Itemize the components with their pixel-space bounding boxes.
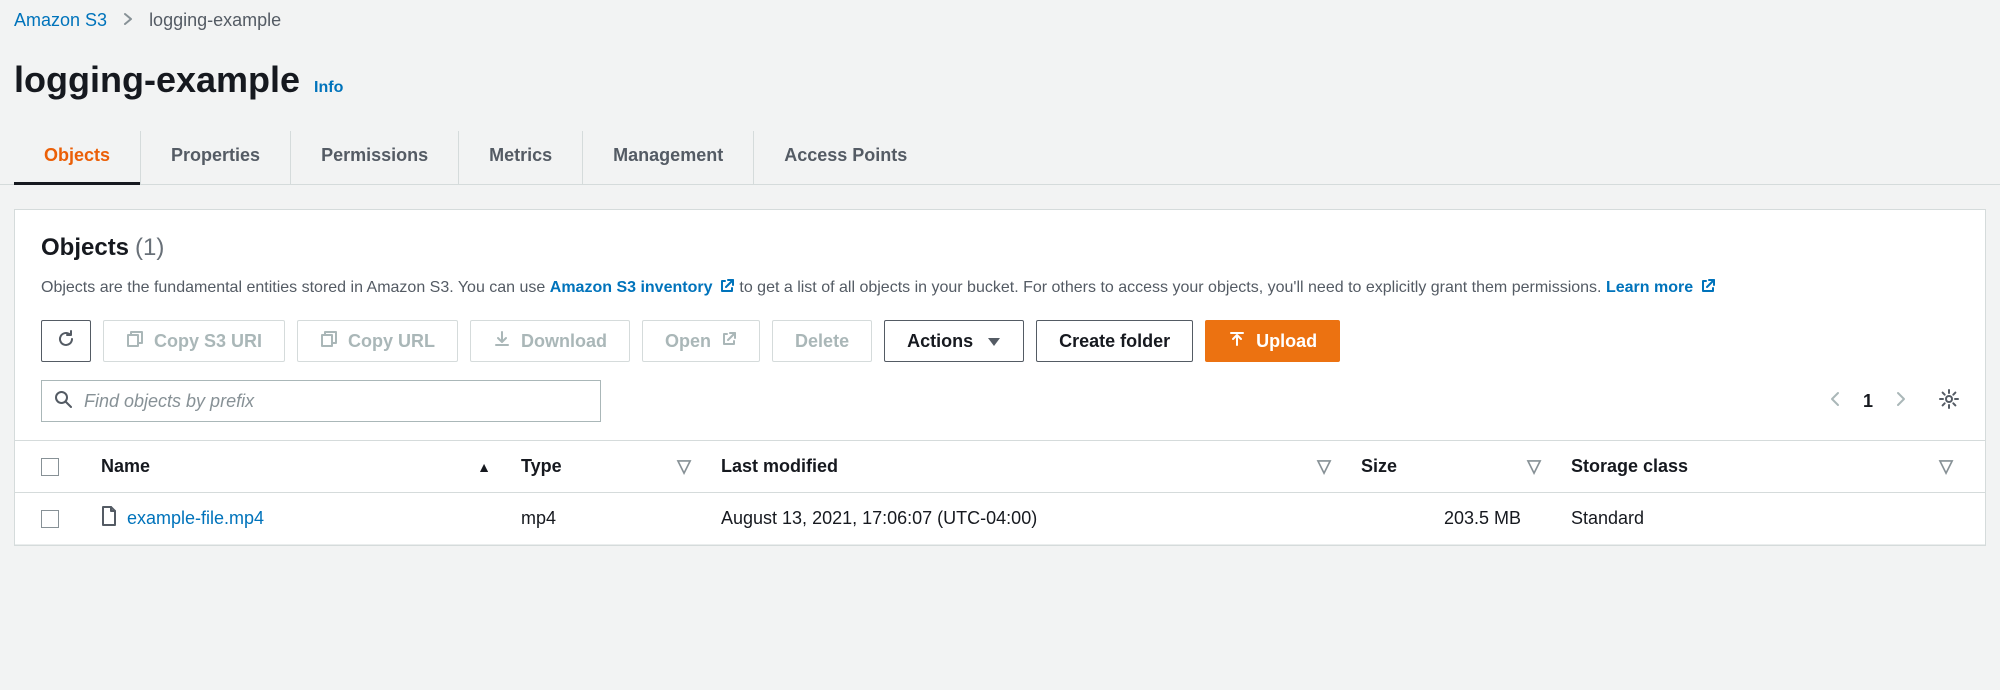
- inventory-link[interactable]: Amazon S3 inventory: [550, 279, 740, 296]
- col-header-name-label: Name: [101, 456, 150, 477]
- panel-title-text: Objects: [41, 234, 129, 262]
- table-header-row: Name ▲ Type ▽ Last modified ▽ Size ▽ Sto…: [15, 441, 1985, 493]
- caret-down-icon: [987, 331, 1001, 352]
- upload-icon: [1228, 330, 1246, 353]
- external-link-icon: [721, 331, 737, 352]
- chevron-right-icon: [123, 10, 133, 31]
- breadcrumb-bucket: logging-example: [149, 10, 281, 31]
- col-header-name[interactable]: Name ▲: [101, 456, 521, 477]
- row-checkbox[interactable]: [41, 510, 59, 528]
- sort-icon: ▽: [1527, 456, 1541, 477]
- select-all-checkbox[interactable]: [41, 458, 59, 476]
- sort-icon: ▽: [1939, 456, 1953, 477]
- col-header-storage[interactable]: Storage class ▽: [1571, 456, 1959, 477]
- copy-icon: [320, 330, 338, 353]
- prev-page-button[interactable]: [1829, 390, 1841, 413]
- tab-permissions[interactable]: Permissions: [291, 131, 459, 184]
- next-page-button[interactable]: [1895, 390, 1907, 413]
- file-modified: August 13, 2021, 17:06:07 (UTC-04:00): [721, 508, 1037, 529]
- search-row: 1: [41, 380, 1959, 422]
- panel-description: Objects are the fundamental entities sto…: [41, 276, 1959, 302]
- search-input[interactable]: [84, 391, 588, 412]
- tabs: Objects Properties Permissions Metrics M…: [0, 131, 2000, 185]
- tab-metrics[interactable]: Metrics: [459, 131, 583, 184]
- breadcrumb-service-link[interactable]: Amazon S3: [14, 10, 107, 31]
- file-size: 203.5 MB: [1444, 508, 1521, 529]
- pagination: 1: [1829, 389, 1959, 414]
- info-link[interactable]: Info: [314, 79, 343, 97]
- tab-access-points[interactable]: Access Points: [754, 131, 937, 184]
- table-row: example-file.mp4 mp4 August 13, 2021, 17…: [15, 493, 1985, 545]
- copy-s3-uri-label: Copy S3 URI: [154, 331, 262, 352]
- table-settings-button[interactable]: [1939, 389, 1959, 414]
- object-count: (1): [135, 234, 164, 262]
- refresh-icon: [56, 329, 76, 354]
- objects-panel: Objects (1) Objects are the fundamental …: [14, 209, 1986, 546]
- copy-url-button[interactable]: Copy URL: [297, 320, 458, 362]
- page-header: logging-example Info: [0, 41, 2000, 131]
- copy-icon: [126, 330, 144, 353]
- objects-table: Name ▲ Type ▽ Last modified ▽ Size ▽ Sto…: [15, 440, 1985, 545]
- file-name-link[interactable]: example-file.mp4: [127, 508, 264, 529]
- download-icon: [493, 330, 511, 353]
- actions-dropdown[interactable]: Actions: [884, 320, 1024, 362]
- upload-label: Upload: [1256, 331, 1317, 352]
- search-box[interactable]: [41, 380, 601, 422]
- file-type: mp4: [521, 508, 556, 529]
- col-header-type[interactable]: Type ▽: [521, 456, 721, 477]
- col-header-size[interactable]: Size ▽: [1361, 456, 1571, 477]
- open-button[interactable]: Open: [642, 320, 760, 362]
- open-label: Open: [665, 331, 711, 352]
- create-folder-label: Create folder: [1059, 331, 1170, 352]
- download-button[interactable]: Download: [470, 320, 630, 362]
- col-header-modified-label: Last modified: [721, 456, 838, 477]
- search-icon: [54, 390, 72, 413]
- page-number: 1: [1863, 391, 1873, 412]
- download-label: Download: [521, 331, 607, 352]
- sort-asc-icon: ▲: [477, 459, 491, 475]
- create-folder-button[interactable]: Create folder: [1036, 320, 1193, 362]
- external-link-icon: [1700, 278, 1716, 302]
- copy-url-label: Copy URL: [348, 331, 435, 352]
- copy-s3-uri-button[interactable]: Copy S3 URI: [103, 320, 285, 362]
- refresh-button[interactable]: [41, 320, 91, 362]
- sort-icon: ▽: [1317, 456, 1331, 477]
- file-storage-class: Standard: [1571, 508, 1644, 529]
- page-title: logging-example: [14, 59, 300, 101]
- col-header-storage-label: Storage class: [1571, 456, 1688, 477]
- sort-icon: ▽: [677, 456, 691, 477]
- col-header-size-label: Size: [1361, 456, 1397, 477]
- col-header-type-label: Type: [521, 456, 562, 477]
- delete-button[interactable]: Delete: [772, 320, 872, 362]
- actions-label: Actions: [907, 331, 973, 352]
- tab-properties[interactable]: Properties: [141, 131, 291, 184]
- breadcrumb: Amazon S3 logging-example: [0, 0, 2000, 41]
- upload-button[interactable]: Upload: [1205, 320, 1340, 362]
- tab-objects[interactable]: Objects: [14, 131, 141, 184]
- action-row: Copy S3 URI Copy URL Download Open Delet…: [41, 320, 1959, 362]
- delete-label: Delete: [795, 331, 849, 352]
- desc-text-2: to get a list of all objects in your buc…: [739, 279, 1606, 296]
- panel-title: Objects (1): [41, 234, 1959, 262]
- col-header-modified[interactable]: Last modified ▽: [721, 456, 1361, 477]
- external-link-icon: [719, 278, 735, 302]
- desc-text-1: Objects are the fundamental entities sto…: [41, 279, 550, 296]
- file-icon: [101, 506, 117, 531]
- learn-more-link[interactable]: Learn more: [1606, 279, 1716, 296]
- tab-management[interactable]: Management: [583, 131, 754, 184]
